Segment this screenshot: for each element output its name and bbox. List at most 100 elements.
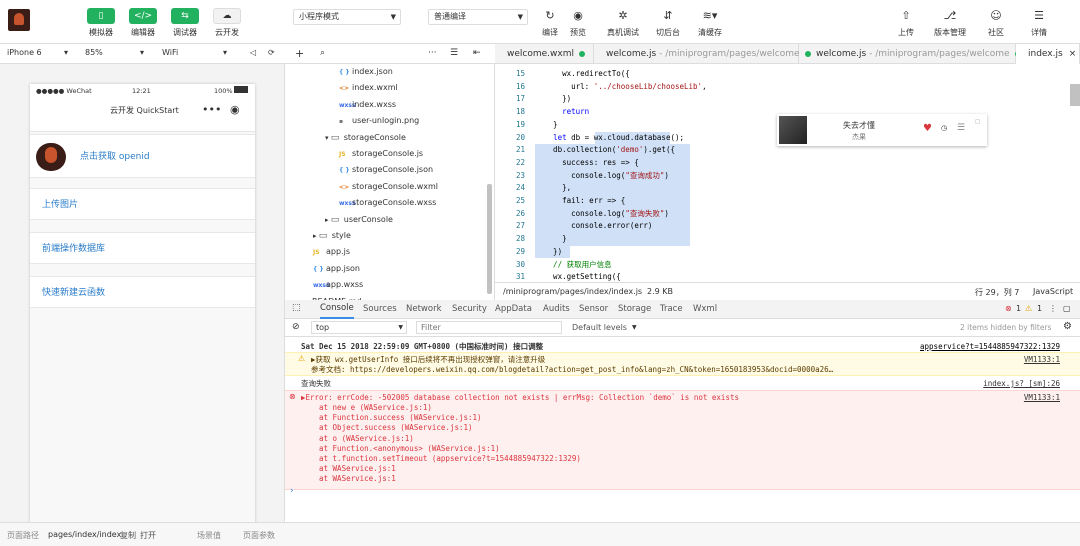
open-link[interactable]: 打开 [140,530,156,541]
tab-sensor[interactable]: Sensor [579,300,608,319]
levels-select[interactable]: Default levels [572,323,627,332]
network-select[interactable]: WiFi [162,48,178,57]
file-tree-item[interactable]: wxssstorageConsole.wxss [339,195,436,211]
stack-frame[interactable]: at new e (WAService.js:1) [319,403,432,413]
stack-frame[interactable]: at Object.success (WAService.js:1) [319,423,473,433]
file-tree-item[interactable]: ▪ user-unlogin.png [339,113,419,129]
tab-welcome-js-2[interactable]: welcome.js - /miniprogram/pages/welcome [804,44,1021,64]
volume-icon[interactable]: ◁ [250,48,256,57]
cloud-dev-button[interactable]: ☁ 云开发 [212,8,242,38]
heart-icon[interactable]: ♥ [923,123,932,134]
collapse-icon[interactable]: ⇤ [473,48,481,58]
tab-console[interactable]: Console [320,300,354,319]
dock-icon[interactable]: ▢ [1063,304,1071,313]
add-icon[interactable]: + [295,47,304,60]
tab-welcome-js-1[interactable]: welcome.js - /miniprogram/pages/welcome [594,44,811,64]
code-line[interactable]: wx.getSetting({ [535,271,621,282]
debugger-button[interactable]: ⇆ 调试器 [170,8,200,38]
file-tree-item[interactable]: ▸ ▭ style [313,228,351,244]
log-source-link[interactable]: index.js? [sm]:26 [983,379,1060,389]
zoom-select[interactable]: 85% [85,48,103,57]
tab-wxml[interactable]: Wxml [693,300,717,319]
clear-cache-button[interactable]: ≋▾ 清缓存 [690,8,730,38]
compile-select[interactable]: 普通编译 ▼ [428,9,528,25]
file-tree-item[interactable]: <> index.wxml [339,80,398,96]
stack-frame[interactable]: at t.function.setTimeout (appservice?t=1… [319,454,581,464]
code-line[interactable]: }, [535,182,571,195]
new-cloud-function-row[interactable]: 快速新建云函数 [30,276,255,308]
log-source-link[interactable]: VM1133:1 [1024,393,1060,403]
upload-image-row[interactable]: 上传图片 [30,188,255,220]
db-operation-row[interactable]: 前端操作数据库 [30,232,255,264]
close-icon[interactable]: ◉ [230,103,240,116]
stack-frame[interactable]: at o (WAService.js:1) [319,434,414,444]
play-icon[interactable]: ◷ [941,124,947,132]
file-tree-item[interactable]: ▾ ▭ storageConsole [325,130,406,146]
code-line[interactable]: success: res => { [535,157,639,170]
scene-value[interactable]: 场景值 [197,530,221,541]
editor-button[interactable]: </> 编辑器 [128,8,158,38]
file-tree-item[interactable]: { } app.json [313,261,360,277]
code-line[interactable]: return [535,106,589,119]
file-tree-item[interactable]: { } storageConsole.json [339,162,433,178]
file-tree-item[interactable]: JS storageConsole.js [339,146,423,162]
community-button[interactable]: ☺ 社区 [976,8,1016,38]
music-player[interactable]: 失去才懂 杰果 ♥ ◷ ☰ ◻ [777,114,987,146]
stack-frame[interactable]: at Function.<anonymous> (WAService.js:1) [319,444,500,454]
stack-frame[interactable]: at WAService.js:1 [319,464,396,474]
code-line[interactable]: }) [535,93,571,106]
rotate-icon[interactable]: ⟳ [268,48,275,57]
page-params[interactable]: 页面参数 [243,530,275,541]
filter-input[interactable] [416,321,562,334]
scrollbar[interactable] [487,184,492,294]
close-icon[interactable]: ◻ [975,118,980,125]
file-tree-item[interactable]: JS app.js [313,244,350,260]
tab-network[interactable]: Network [406,300,442,319]
code-line[interactable]: } [535,119,558,132]
file-tree-item[interactable]: { } index.json [339,64,393,80]
log-source-link[interactable]: appservice?t=1544885947322:1329 [920,342,1060,352]
playlist-icon[interactable]: ☰ [957,123,965,133]
code-editor[interactable]: 15 wx.redirectTo({16 url: '../chooseLib/… [495,64,1080,282]
remote-debug-button[interactable]: ✲ 真机调试 [603,8,643,38]
avatar[interactable] [8,9,30,31]
version-button[interactable]: ⎇ 版本管理 [930,8,970,38]
gear-icon[interactable]: ⚙ [1063,321,1072,332]
inspect-icon[interactable]: ⬚ [292,303,301,313]
preview-button[interactable]: ◉ 预览 [558,8,598,38]
details-button[interactable]: ☰ 详情 [1019,8,1059,38]
mode-select[interactable]: 小程序模式 ▼ [293,9,401,25]
device-select[interactable]: iPhone 6 [7,48,42,57]
log-source-link[interactable]: VM1133:1 [1024,355,1060,365]
tab-sources[interactable]: Sources [363,300,397,319]
tab-storage[interactable]: Storage [618,300,651,319]
tab-index-js[interactable]: index.js × [1016,44,1080,64]
search-icon[interactable]: ⌕ [320,48,325,58]
stack-frame[interactable]: at WAService.js:1 [319,474,396,484]
tab-security[interactable]: Security [452,300,487,319]
prompt-icon[interactable]: › [290,486,294,496]
code-line[interactable]: fail: err => { [535,195,625,208]
code-line[interactable]: url: '../chooseLib/chooseLib', [535,81,706,94]
scrollbar[interactable] [1070,84,1080,106]
more-icon[interactable]: ••• [202,103,221,116]
upload-button[interactable]: ⇧ 上传 [886,8,926,38]
stack-frame[interactable]: at Function.success (WAService.js:1) [319,413,482,423]
file-tree-item[interactable]: <> storageConsole.wxml [339,179,438,195]
code-line[interactable]: console.log("查询成功") [535,170,669,183]
tab-trace[interactable]: Trace [660,300,683,319]
sort-icon[interactable]: ☰ [450,48,458,58]
context-select[interactable]: top ▼ [311,321,407,334]
code-line[interactable]: console.error(err) [535,220,652,233]
code-line[interactable]: }) [535,246,562,259]
code-line[interactable]: db.collection('demo').get({ [535,144,675,157]
file-tree-item[interactable]: wxssindex.wxss [339,97,396,113]
code-line[interactable]: console.log("查询失败") [535,208,669,221]
code-line[interactable]: // 获取用户信息 [535,259,612,272]
tab-appdata[interactable]: AppData [495,300,532,319]
file-tree-item[interactable]: wxssapp.wxss [313,277,363,293]
more-icon[interactable]: ··· [428,48,437,58]
get-openid-row[interactable]: 点击获取 openid [30,134,255,178]
tab-audits[interactable]: Audits [543,300,570,319]
tab-welcome-wxml[interactable]: welcome.wxml [495,44,594,64]
